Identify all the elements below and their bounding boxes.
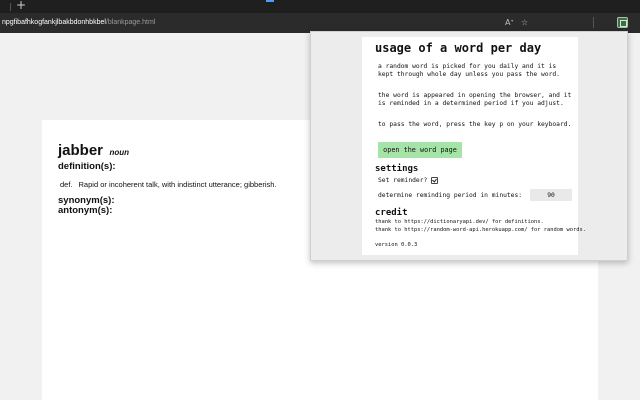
toolbar-divider [593, 17, 594, 28]
period-label: determine reminding period in minutes: [378, 191, 523, 199]
popup-title: usage of a word per day [375, 41, 542, 55]
period-input[interactable] [530, 189, 573, 201]
credit-heading: credit [375, 208, 408, 218]
tab-separator [10, 3, 11, 11]
credit-line-1: thank to https://dictionaryapi.dev/ for … [375, 219, 544, 225]
read-aloud-icon[interactable]: Aᐩ [505, 17, 514, 29]
popup-description-3: to pass the word, press the key p on you… [378, 121, 572, 128]
version-text: version 0.0.3 [375, 242, 418, 248]
credit-line-2: thank to https://random-word-api.herokua… [375, 227, 586, 233]
popup-description-2: the word is appeared in opening the brow… [378, 92, 572, 108]
address-bar[interactable]: npgfibafhkogfankjlbakbdonhbkbel/blankpag… [2, 16, 155, 30]
extension-popup: usage of a word per day a random word is… [362, 37, 586, 255]
url-path: /blankpage.html [105, 19, 156, 26]
extension-icon[interactable] [617, 17, 628, 28]
reminder-checkbox[interactable] [431, 177, 439, 184]
open-word-page-button[interactable]: open the word page [378, 142, 462, 158]
reminder-row: Set reminder? [378, 177, 439, 184]
part-of-speech: noun [109, 148, 130, 157]
reminder-label: Set reminder? [378, 177, 428, 184]
definition-item: def. Rapid or incoherent talk, with indis… [60, 180, 277, 189]
tab-strip: + [0, 0, 640, 13]
favorites-star-icon[interactable]: ☆ [521, 17, 528, 29]
word-heading: jabber noun [58, 142, 129, 160]
popup-description-1: a random word is picked for you daily an… [378, 63, 560, 79]
definitions-label: definition(s): [58, 161, 116, 172]
definition-text: Rapid or incoherent talk, with indistinc… [78, 180, 277, 189]
word-text: jabber [58, 142, 104, 159]
new-tab-button[interactable]: + [16, 0, 26, 12]
definition-prefix: def. [60, 180, 73, 189]
browser-toolbar: npgfibafhkogfankjlbakbdonhbkbel/blankpag… [0, 13, 640, 33]
extension-popup-frame: usage of a word per day a random word is… [310, 31, 628, 261]
antonyms-label: antonym(s): [58, 205, 113, 216]
settings-heading: settings [375, 164, 419, 174]
period-row: determine reminding period in minutes: [378, 189, 573, 201]
active-tab-indicator [266, 0, 274, 2]
url-host: npgfibafhkogfankjlbakbdonhbkbel [2, 19, 106, 26]
